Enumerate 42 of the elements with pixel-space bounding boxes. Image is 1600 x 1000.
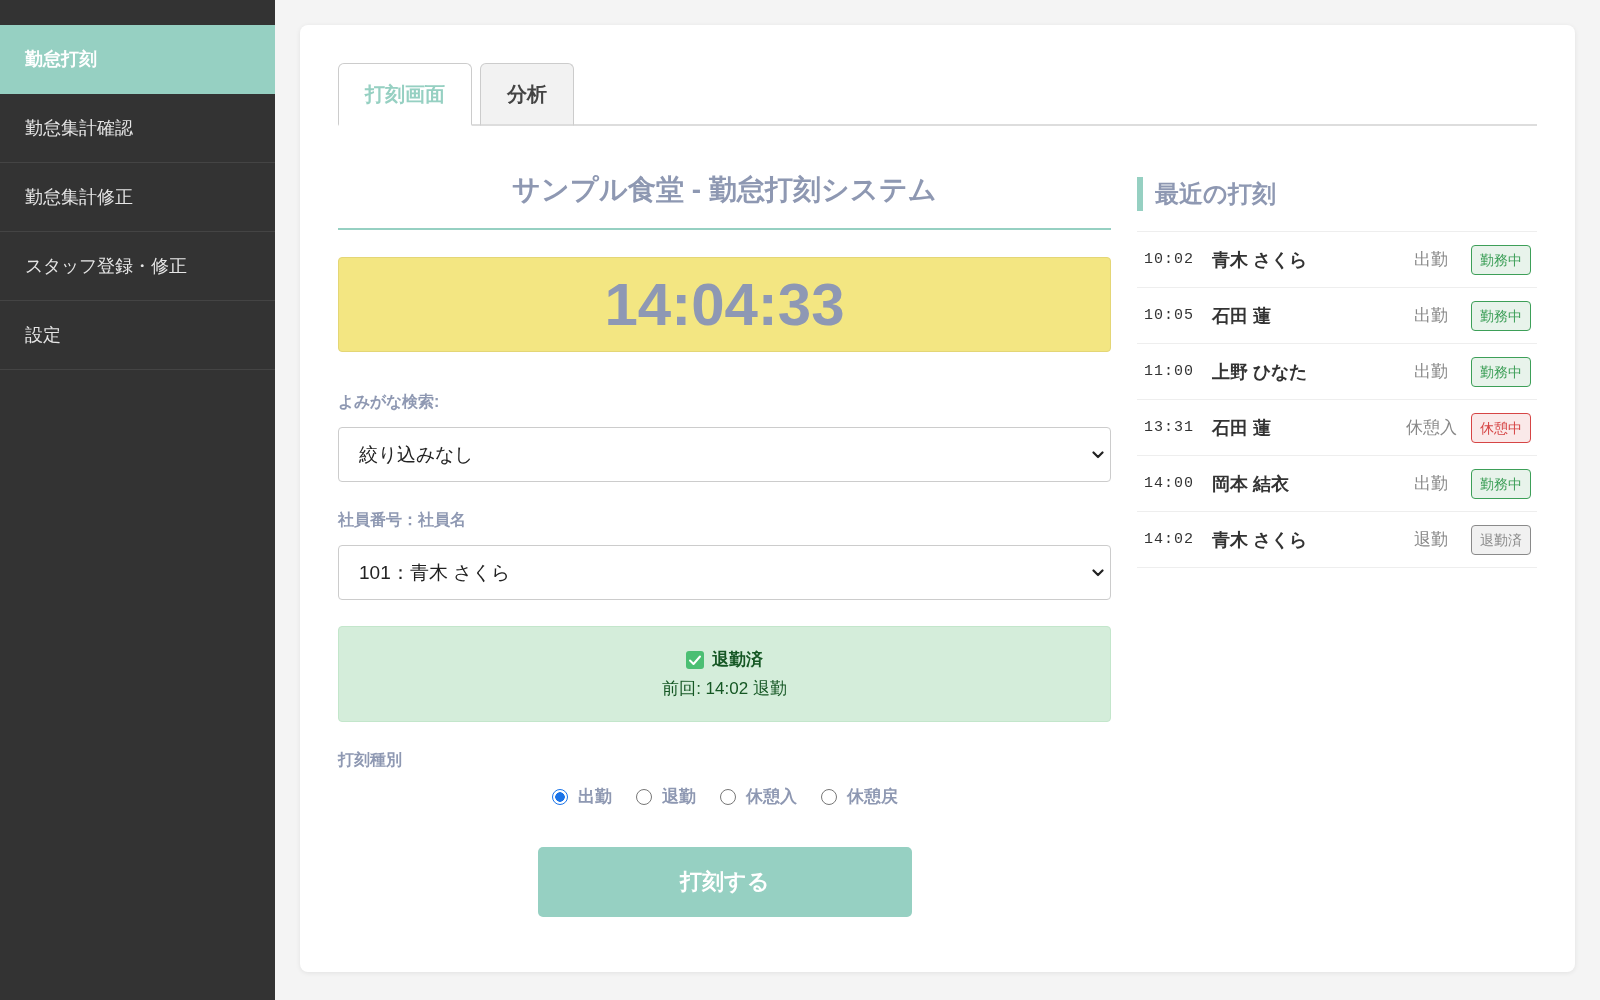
staff-name: 青木 さくら: [1212, 248, 1308, 272]
status-tag: 勤務中: [1471, 356, 1531, 387]
staff-name: 石田 蓮: [1212, 416, 1272, 440]
status-title: 退勤済: [712, 649, 763, 671]
tab[interactable]: 分析: [480, 63, 574, 126]
punch-type: 退勤: [1413, 529, 1449, 551]
punch-type: 出勤: [1413, 249, 1449, 271]
punch-time: 10:02: [1144, 251, 1195, 268]
dropdown-field[interactable]: 101：青木 さくら: [338, 545, 1111, 600]
sidebar-item[interactable]: 勤怠集計確認: [0, 94, 275, 163]
sidebar-item[interactable]: 勤怠集計修正: [0, 163, 275, 232]
section-heading: 最近の打刻: [1137, 177, 1537, 211]
punch-type: 休憩入: [1404, 417, 1458, 439]
status-tag: 勤務中: [1471, 244, 1531, 275]
status-tag: 退勤済: [1471, 524, 1531, 555]
dropdown-field[interactable]: 絞り込みなし: [338, 427, 1111, 482]
staff-name: 岡本 結衣: [1212, 472, 1290, 496]
punch-time: 10:05: [1144, 307, 1195, 324]
staff-name: 青木 さくら: [1212, 528, 1308, 552]
status-tag: 勤務中: [1471, 300, 1531, 331]
staff-name: 石田 蓮: [1212, 304, 1272, 328]
field-label: 社員番号：社員名: [338, 510, 466, 530]
chevron-down-icon: [1092, 568, 1104, 577]
status-tag: 勤務中: [1471, 468, 1531, 499]
punch-time: 14:00: [1144, 475, 1195, 492]
punch-time: 13:31: [1144, 419, 1195, 436]
check-icon: [686, 650, 704, 669]
sidebar-item[interactable]: 設定: [0, 301, 275, 370]
punch-time: 14:02: [1144, 531, 1195, 548]
sidebar-item[interactable]: スタッフ登録・修正: [0, 232, 275, 301]
punch-time: 11:00: [1144, 363, 1195, 380]
status-tag: 休憩中: [1471, 412, 1531, 443]
page-title: サンプル食堂 - 勤怠打刻システム: [338, 170, 1111, 230]
clock-display: 14:04:33: [338, 257, 1111, 352]
punch-type: 出勤: [1413, 473, 1449, 495]
punch-type: 出勤: [1413, 305, 1449, 327]
staff-name: 上野 ひなた: [1212, 360, 1308, 384]
field-label: 打刻種別: [338, 750, 402, 770]
punch-type: 出勤: [1413, 361, 1449, 383]
chevron-down-icon: [1092, 450, 1104, 459]
status-detail: 前回: 14:02 退勤: [662, 678, 787, 700]
field-label: よみがな検索:: [338, 392, 440, 413]
